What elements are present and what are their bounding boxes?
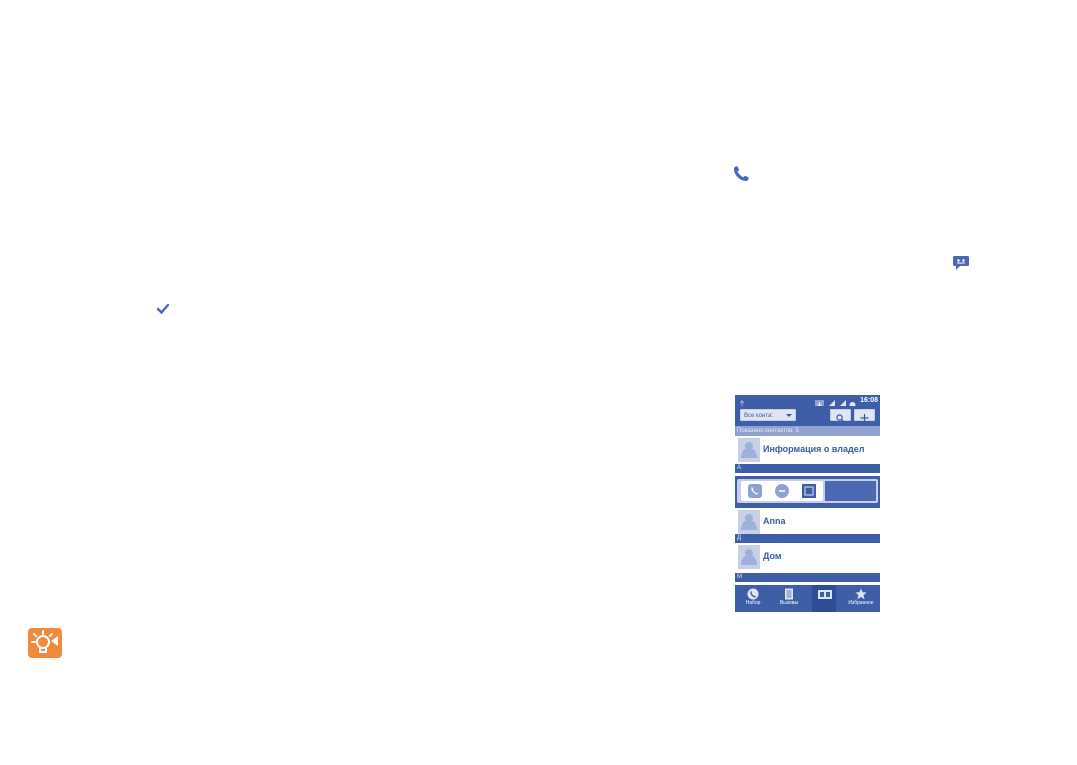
phone-icon <box>748 484 762 498</box>
contacts-count: Показано контактов: 5 <box>735 426 880 436</box>
search-icon <box>836 414 844 422</box>
contact-row[interactable]: Anna <box>735 508 880 536</box>
quick-contact-spacer <box>825 481 876 501</box>
message-icon <box>775 484 789 498</box>
contact-row[interactable]: Информация о владел <box>735 436 880 464</box>
quick-contact-card-button[interactable] <box>802 484 816 498</box>
quick-message-button[interactable] <box>775 484 789 498</box>
tab-contacts[interactable] <box>807 585 843 612</box>
contact-name: Дом <box>763 551 782 561</box>
avatar <box>738 510 760 534</box>
quick-call-button[interactable] <box>748 484 762 498</box>
tab-call-log[interactable]: Вызовы <box>771 585 807 612</box>
chevron-down-icon <box>786 414 792 417</box>
status-time: 16:08 <box>860 397 878 404</box>
account-filter-label: Все конта: <box>744 413 774 419</box>
lightbulb-tip-icon <box>28 628 62 658</box>
section-letter: A <box>735 464 880 473</box>
section-letter: Д <box>735 534 880 543</box>
add-contact-button[interactable] <box>854 409 875 422</box>
search-button[interactable] <box>830 409 851 422</box>
star-icon <box>855 588 867 600</box>
sms-icon <box>952 255 970 271</box>
avatar <box>738 545 760 569</box>
tab-call-log-label: Вызовы <box>779 600 799 606</box>
contacts-toolbar: Все конта: <box>735 406 880 426</box>
contact-row[interactable]: Дом <box>735 543 880 571</box>
status-bar: 16:08 <box>735 395 880 409</box>
contact-name: Anna <box>763 516 786 526</box>
check-icon <box>156 302 170 316</box>
quick-contact-bar <box>735 476 880 508</box>
tab-favorites-label: Избранное <box>848 600 874 606</box>
dialer-icon <box>747 588 759 600</box>
avatar <box>738 438 760 462</box>
phone-icon <box>732 165 750 183</box>
quick-actions <box>741 481 823 501</box>
bottom-nav: Набор Вызовы Избранное <box>735 585 880 612</box>
phone-screenshot: 16:08 Все конта: Показано контактов: 5 И… <box>735 395 880 612</box>
section-letter: M <box>735 573 880 582</box>
tab-dialer-label: Набор <box>745 600 761 606</box>
account-filter-select[interactable]: Все конта: <box>740 409 796 421</box>
plus-icon <box>860 414 869 422</box>
tab-dialer[interactable]: Набор <box>735 585 771 612</box>
contacts-icon <box>818 590 832 599</box>
call-log-icon <box>785 588 793 600</box>
tab-favorites[interactable]: Избранное <box>843 585 879 612</box>
quick-contact-panel <box>737 479 878 503</box>
contact-name: Информация о владел <box>763 444 865 454</box>
contact-card-icon <box>802 484 816 498</box>
